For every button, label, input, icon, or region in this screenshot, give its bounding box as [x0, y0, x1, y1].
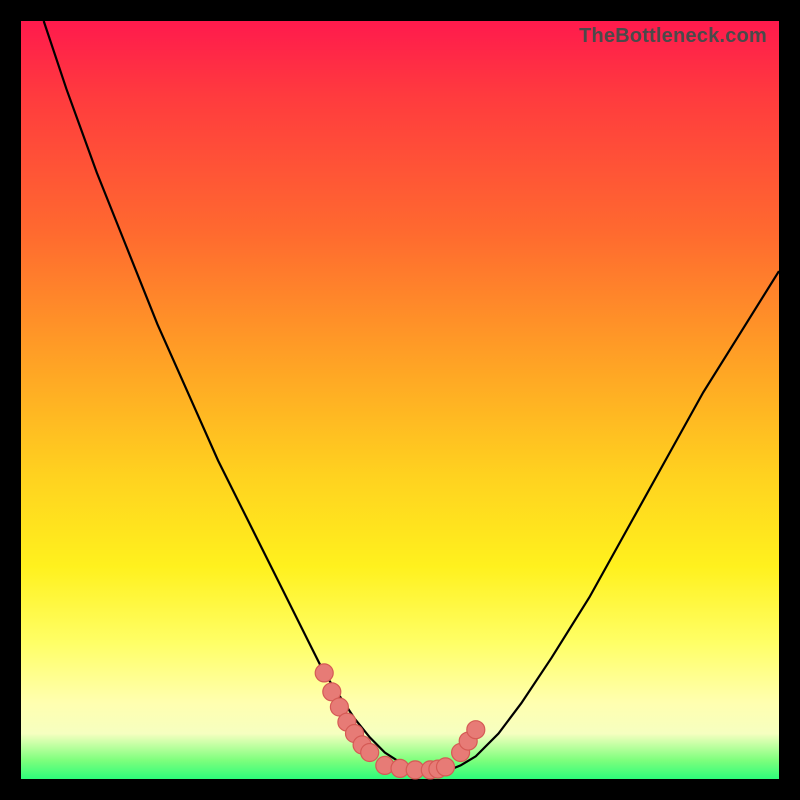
chart-frame: TheBottleneck.com — [0, 0, 800, 800]
bottleneck-curve-path — [44, 21, 779, 770]
data-marker — [437, 758, 455, 776]
plot-area: TheBottleneck.com — [21, 21, 779, 779]
curve-svg — [21, 21, 779, 779]
data-marker — [467, 721, 485, 739]
data-marker — [361, 744, 379, 762]
marker-group — [315, 664, 485, 779]
data-marker — [315, 664, 333, 682]
